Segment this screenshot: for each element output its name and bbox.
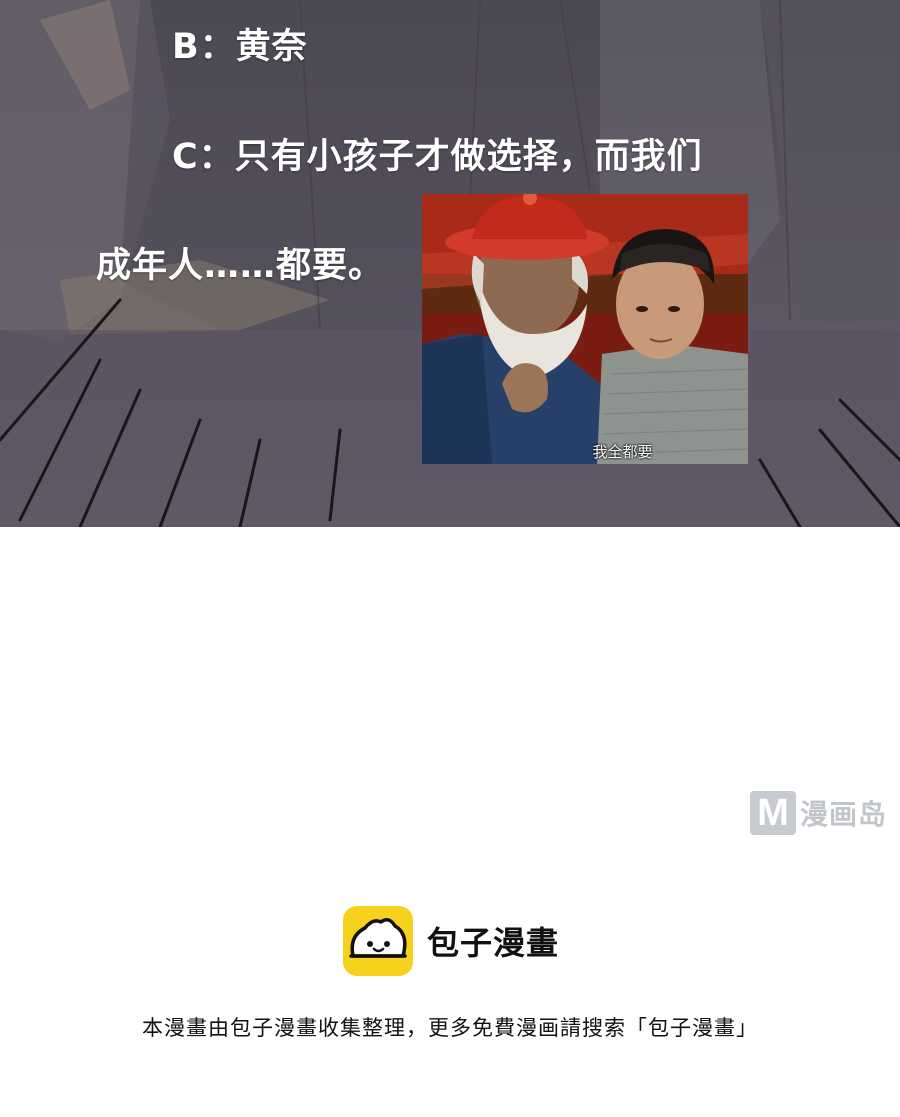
option-c-text-line1: C：只有小孩子才做选择，而我们 <box>172 137 703 177</box>
footer-note: 本漫畫由包子漫畫收集整理，更多免費漫画請搜索「包子漫畫」 <box>142 1016 758 1040</box>
meme-caption: 我全都要 <box>592 443 653 461</box>
watermark-site-name: 漫画岛 <box>800 798 888 831</box>
comic-panel: B：黄奈 C：只有小孩子才做选择，而我们 成年人……都要。 我全都要 <box>0 0 900 527</box>
brand-name: 包子漫畫 <box>427 924 560 962</box>
option-b-text: B：黄奈 <box>172 27 308 67</box>
brand-logo-group[interactable]: 包子漫畫 <box>343 906 559 976</box>
watermark-logo: M <box>750 791 796 835</box>
meme-illustration <box>422 194 748 464</box>
bun-icon <box>343 906 413 976</box>
site-watermark: M 漫画岛 <box>750 790 900 836</box>
meme-image: 我全都要 <box>422 194 748 464</box>
option-c-text-line2: 成年人……都要。 <box>96 246 385 286</box>
